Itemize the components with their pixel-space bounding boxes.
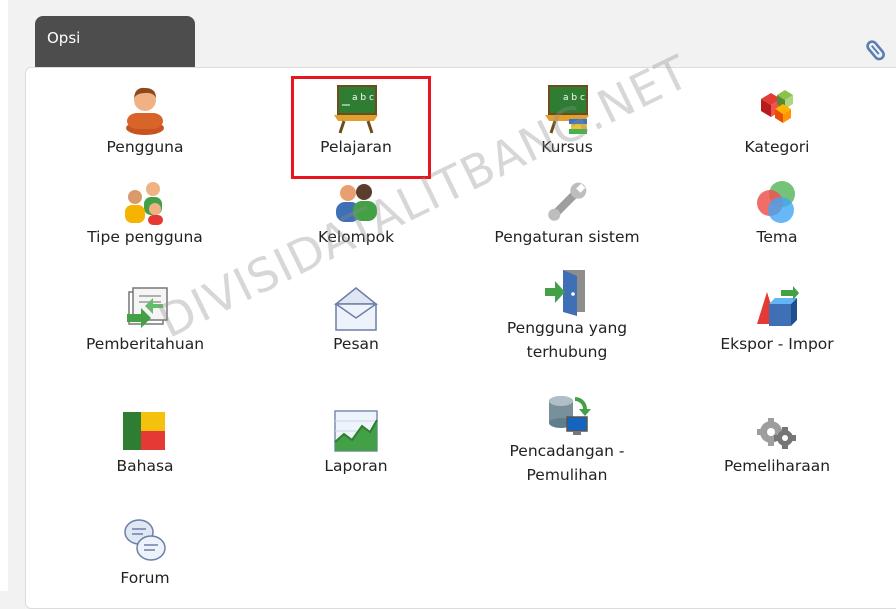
option-pesan[interactable]: Pesan	[266, 284, 446, 356]
svg-text:a b c: a b c	[352, 93, 374, 103]
chat-bubbles-icon	[124, 519, 166, 561]
tab-opsi[interactable]: Opsi	[35, 16, 195, 68]
database-backup-icon	[549, 396, 591, 435]
option-kategori[interactable]: Kategori	[687, 83, 867, 159]
wrench-icon	[548, 182, 587, 221]
option-label: Kursus	[541, 138, 593, 156]
chart-report-icon	[334, 410, 378, 452]
option-pemberitahuan[interactable]: Pemberitahuan	[55, 284, 235, 356]
option-pengguna-terhubung[interactable]: Pengguna yang terhubung	[477, 268, 657, 364]
blackboard-icon: a b c	[334, 85, 378, 134]
option-forum[interactable]: Forum	[55, 516, 235, 590]
option-label: Pemeliharaan	[723, 457, 831, 475]
option-pemeliharaan[interactable]: Pemeliharaan	[687, 408, 867, 478]
blackboard-books-icon: a b c	[545, 85, 589, 134]
option-kelompok[interactable]: Kelompok	[266, 179, 446, 249]
user-icon	[126, 87, 164, 135]
option-label: Kelompok	[317, 228, 395, 246]
tab-opsi-label: Opsi	[47, 29, 81, 47]
option-pengguna[interactable]: Pengguna	[55, 83, 235, 159]
option-label: Kategori	[744, 138, 810, 156]
user-types-icon	[125, 182, 163, 225]
color-circles-icon	[757, 181, 795, 223]
option-label: Pengguna	[106, 138, 184, 156]
option-label: Ekspor - Impor	[720, 335, 834, 353]
option-tema[interactable]: Tema	[687, 179, 867, 249]
cubes-icon	[761, 90, 793, 123]
paperclip-icon[interactable]	[862, 36, 890, 64]
option-pelajaran[interactable]: a b c Pelajaran	[266, 83, 446, 159]
option-label: Pelajaran	[320, 138, 392, 156]
export-import-icon	[757, 286, 799, 326]
option-label: Pemberitahuan	[85, 335, 205, 353]
group-icon	[336, 184, 377, 222]
option-label: Forum	[120, 569, 170, 587]
svg-text:a b c: a b c	[563, 93, 585, 103]
option-pengaturan-sistem[interactable]: Pengaturan sistem	[477, 179, 657, 249]
option-pencadangan-pemulihan[interactable]: Pencadangan - Pemulihan	[477, 393, 657, 487]
option-label: Bahasa	[116, 457, 174, 475]
gears-icon	[757, 418, 796, 449]
option-kursus[interactable]: a b c Kursus	[477, 83, 657, 159]
option-label: Pengaturan sistem	[494, 228, 640, 246]
notification-icon	[127, 287, 168, 328]
option-ekspor-impor[interactable]: Ekspor - Impor	[687, 284, 867, 356]
option-label: Pencadangan - Pemulihan	[509, 442, 625, 484]
option-label: Tema	[756, 228, 798, 246]
option-label: Tipe pengguna	[87, 228, 203, 246]
option-tipe-pengguna[interactable]: Tipe pengguna	[55, 179, 235, 249]
option-laporan[interactable]: Laporan	[266, 408, 446, 478]
left-edge	[0, 0, 8, 591]
envelope-icon	[333, 287, 379, 331]
language-flag-icon	[123, 412, 165, 450]
option-label: Laporan	[324, 457, 388, 475]
door-exit-icon	[545, 270, 585, 316]
option-label: Pengguna yang terhubung	[506, 319, 628, 361]
option-bahasa[interactable]: Bahasa	[55, 408, 235, 478]
option-label: Pesan	[333, 335, 379, 353]
